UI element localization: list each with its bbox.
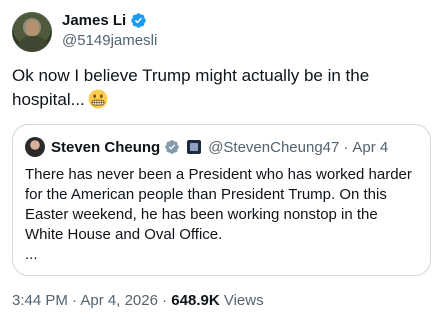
author-avatar[interactable] <box>12 12 52 52</box>
meta-separator: · <box>162 292 168 309</box>
quoted-text-ellipsis: ... <box>25 246 38 263</box>
quoted-tweet-text: There has never been a President who has… <box>25 165 420 265</box>
tweet-time[interactable]: 3:44 PM <box>12 292 68 309</box>
tweet-date[interactable]: Apr 4, 2026 <box>80 292 158 309</box>
quoted-author-name[interactable]: Steven Cheung <box>51 139 160 156</box>
tweet-meta: 3:44 PM · Apr 4, 2026 · 648.9K Views <box>12 292 264 309</box>
author-name[interactable]: James Li <box>62 12 126 29</box>
quoted-text-line: There has never been a President who has… <box>25 166 412 183</box>
tweet-text: Ok now I believe Trump might actually be… <box>12 66 370 109</box>
quoted-tweet-header: Steven Cheung @StevenCheung47 · Apr 4 <box>25 137 388 157</box>
views-count[interactable]: 648.9K <box>171 292 219 309</box>
quoted-author-handle[interactable]: @StevenCheung47 <box>208 139 339 156</box>
affiliation-badge-icon[interactable] <box>187 140 202 154</box>
avatar-face <box>26 20 39 36</box>
author-handle[interactable]: @5149jamesli <box>62 32 157 49</box>
quoted-tweet-card[interactable]: Steven Cheung @StevenCheung47 · Apr 4 Th… <box>12 124 431 276</box>
verified-badge-icon[interactable] <box>130 12 147 29</box>
grimacing-face-icon <box>88 89 108 109</box>
gray-verified-badge-icon[interactable] <box>164 139 180 155</box>
quoted-author-avatar[interactable] <box>25 137 45 157</box>
quoted-date[interactable]: Apr 4 <box>352 139 388 156</box>
quoted-text-line: for the American people than President T… <box>25 186 387 203</box>
meta-separator: · <box>72 292 78 309</box>
views-label[interactable]: Views <box>224 292 264 309</box>
quoted-separator: · <box>343 138 349 156</box>
quoted-text-line: Easter weekend, he has been working nons… <box>25 206 378 223</box>
tweet-body: Ok now I believe Trump might actually be… <box>12 64 432 112</box>
avatar-body <box>18 36 48 52</box>
quoted-text-line: White House and Oval Office. <box>25 226 223 243</box>
author-name-row: James Li <box>62 12 147 29</box>
